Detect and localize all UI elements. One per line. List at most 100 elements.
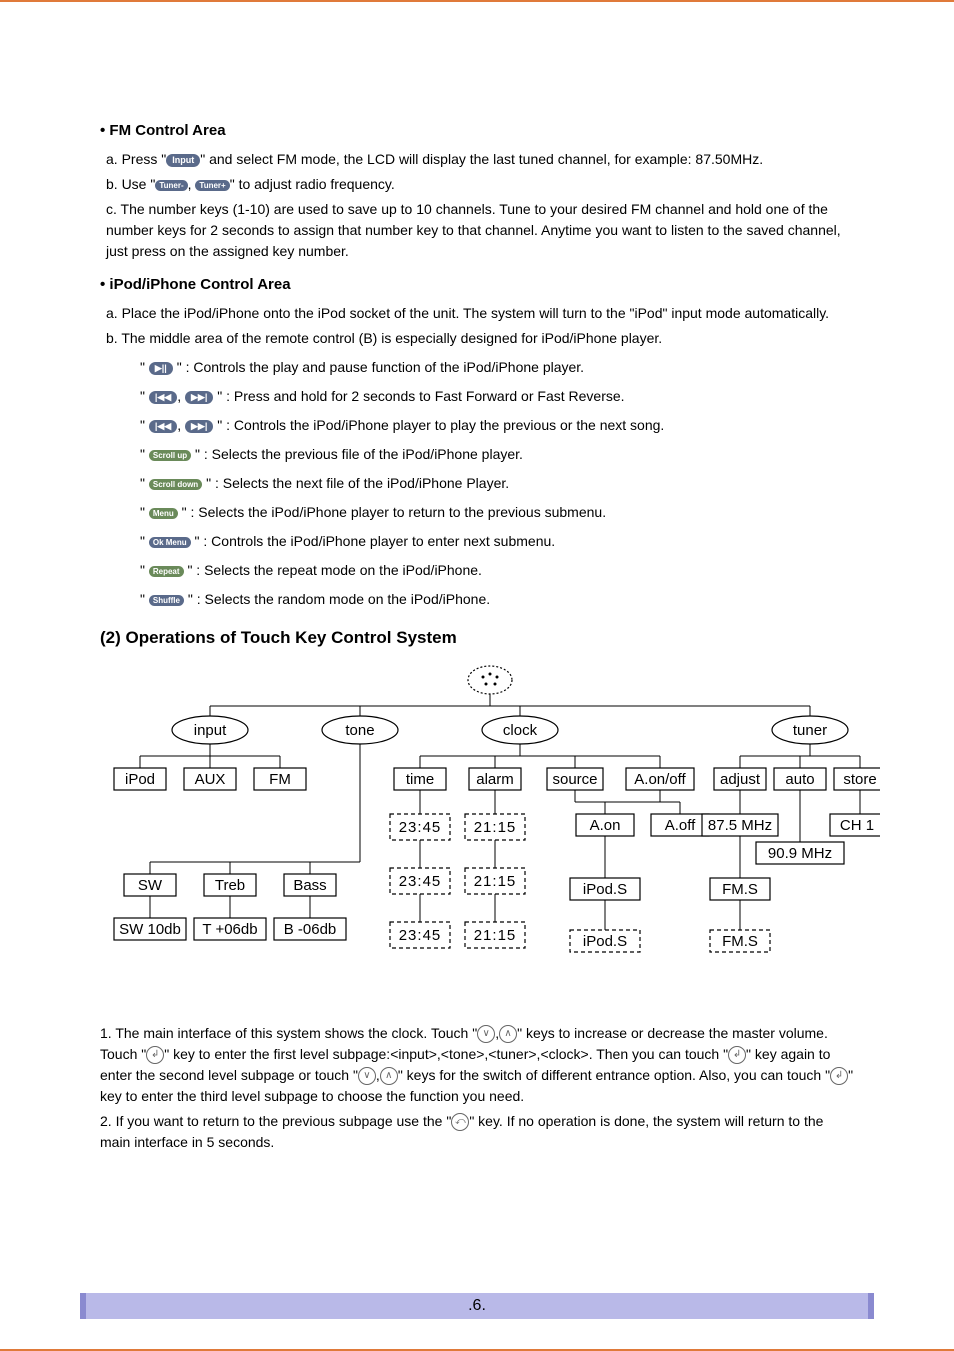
list-item: " Menu " : Selects the iPod/iPhone playe… bbox=[140, 502, 854, 523]
svg-text:87.5 MHz: 87.5 MHz bbox=[708, 817, 772, 834]
list-item: " Shuffle " : Selects the random mode on… bbox=[140, 589, 854, 610]
text: " key to enter the first level subpage:<… bbox=[164, 1046, 728, 1062]
svg-text:tone: tone bbox=[345, 722, 374, 739]
text: " : Selects the repeat mode on the iPod/… bbox=[187, 562, 482, 578]
svg-text:store: store bbox=[843, 771, 876, 788]
svg-text:SW 10db: SW 10db bbox=[119, 921, 181, 938]
svg-text:FM.S: FM.S bbox=[722, 881, 758, 898]
text: a. Press " bbox=[106, 151, 166, 167]
svg-text:CH 1: CH 1 bbox=[840, 817, 874, 834]
fm-item-c: c. The number keys (1-10) are used to sa… bbox=[106, 199, 854, 262]
prev-icon: |◀◀ bbox=[149, 391, 177, 404]
svg-text:A.on: A.on bbox=[590, 817, 621, 834]
play-pause-icon: ▶|| bbox=[149, 362, 173, 375]
text: b. Use " bbox=[106, 176, 155, 192]
svg-text:B -06db: B -06db bbox=[284, 921, 337, 938]
svg-text:SW: SW bbox=[138, 877, 163, 894]
svg-text:21:15: 21:15 bbox=[474, 873, 517, 890]
svg-text:A.off: A.off bbox=[665, 817, 696, 834]
tuner-plus-icon: Tuner+ bbox=[195, 180, 229, 192]
fm-heading: FM Control Area bbox=[100, 122, 854, 139]
text: " : Selects the random mode on the iPod/… bbox=[188, 591, 490, 607]
svg-text:FM.S: FM.S bbox=[722, 933, 758, 950]
back-key-icon: ⤺ bbox=[451, 1113, 469, 1131]
fm-item-b: b. Use "Tuner-, Tuner+" to adjust radio … bbox=[106, 174, 854, 195]
svg-text:23:45: 23:45 bbox=[399, 819, 442, 836]
touch-heading: (2) Operations of Touch Key Control Syst… bbox=[100, 628, 854, 648]
next-icon: ▶▶| bbox=[185, 420, 213, 433]
list-item: " Scroll down " : Selects the next file … bbox=[140, 473, 854, 494]
svg-text:23:45: 23:45 bbox=[399, 927, 442, 944]
text: " : Controls the iPod/iPhone player to p… bbox=[217, 417, 664, 433]
svg-text:time: time bbox=[406, 771, 434, 788]
text: " : Selects the next file of the iPod/iP… bbox=[206, 475, 509, 491]
tuner-minus-icon: Tuner- bbox=[155, 180, 187, 192]
up-key-icon: ∧ bbox=[380, 1067, 398, 1085]
svg-text:tuner: tuner bbox=[793, 722, 827, 739]
svg-text:clock: clock bbox=[503, 722, 538, 739]
text: " : Selects the previous file of the iPo… bbox=[195, 446, 523, 462]
svg-text:21:15: 21:15 bbox=[474, 927, 517, 944]
shuffle-icon: Shuffle bbox=[149, 595, 184, 607]
menu-icon: Menu bbox=[149, 508, 178, 520]
list-item: " Ok Menu " : Controls the iPod/iPhone p… bbox=[140, 531, 854, 552]
page-number: .6. bbox=[468, 1297, 486, 1314]
input-button-icon: Input bbox=[166, 154, 200, 167]
svg-text:Bass: Bass bbox=[293, 877, 326, 894]
repeat-icon: Repeat bbox=[149, 566, 184, 578]
prev-icon: |◀◀ bbox=[149, 420, 177, 433]
svg-text:A.on/off: A.on/off bbox=[634, 771, 686, 788]
text: " and select FM mode, the LCD will displ… bbox=[200, 151, 763, 167]
svg-text:AUX: AUX bbox=[195, 771, 226, 788]
ok-menu-icon: Ok Menu bbox=[149, 537, 191, 549]
text: 2. If you want to return to the previous… bbox=[100, 1113, 451, 1129]
svg-text:adjust: adjust bbox=[720, 771, 761, 788]
diagram-svg: input tone clock tuner iPod AUX FM bbox=[100, 662, 880, 1002]
text: " : Press and hold for 2 seconds to Fast… bbox=[217, 388, 624, 404]
fm-item-a: a. Press "Input" and select FM mode, the… bbox=[106, 149, 854, 170]
list-item: " Scroll up " : Selects the previous fil… bbox=[140, 444, 854, 465]
svg-text:21:15: 21:15 bbox=[474, 819, 517, 836]
text: " to adjust radio frequency. bbox=[230, 176, 395, 192]
scroll-up-icon: Scroll up bbox=[149, 450, 191, 462]
scroll-down-icon: Scroll down bbox=[149, 479, 202, 491]
touch-key-diagram: input tone clock tuner iPod AUX FM bbox=[100, 662, 854, 1007]
document-page: FM Control Area a. Press "Input" and sel… bbox=[0, 0, 954, 1351]
down-key-icon: ∨ bbox=[358, 1067, 376, 1085]
list-item: " Repeat " : Selects the repeat mode on … bbox=[140, 560, 854, 581]
svg-text:source: source bbox=[552, 771, 597, 788]
svg-text:90.9 MHz: 90.9 MHz bbox=[768, 845, 832, 862]
ipod-heading: iPod/iPhone Control Area bbox=[100, 276, 854, 293]
up-key-icon: ∧ bbox=[499, 1025, 517, 1043]
enter-key-icon: ↲ bbox=[830, 1067, 848, 1085]
svg-text:Treb: Treb bbox=[215, 877, 245, 894]
text: " : Controls the iPod/iPhone player to e… bbox=[195, 533, 556, 549]
touch-para-1: 1. The main interface of this system sho… bbox=[100, 1023, 854, 1107]
next-icon: ▶▶| bbox=[185, 391, 213, 404]
svg-text:iPod: iPod bbox=[125, 771, 155, 788]
enter-key-icon: ↲ bbox=[728, 1046, 746, 1064]
content-area: FM Control Area a. Press "Input" and sel… bbox=[80, 122, 874, 1153]
page-footer: .6. bbox=[80, 1293, 874, 1319]
text: " : Selects the iPod/iPhone player to re… bbox=[182, 504, 606, 520]
svg-text:23:45: 23:45 bbox=[399, 873, 442, 890]
text: 1. The main interface of this system sho… bbox=[100, 1025, 477, 1041]
svg-text:T +06db: T +06db bbox=[202, 921, 257, 938]
svg-text:auto: auto bbox=[785, 771, 814, 788]
list-item: " ▶|| " : Controls the play and pause fu… bbox=[140, 357, 854, 378]
ipod-item-a: a. Place the iPod/iPhone onto the iPod s… bbox=[106, 303, 854, 324]
svg-text:input: input bbox=[194, 722, 227, 739]
enter-key-icon: ↲ bbox=[146, 1046, 164, 1064]
ipod-item-b: b. The middle area of the remote control… bbox=[106, 328, 854, 349]
svg-text:iPod.S: iPod.S bbox=[583, 881, 627, 898]
remote-button-list: " ▶|| " : Controls the play and pause fu… bbox=[140, 357, 854, 610]
text: " : Controls the play and pause function… bbox=[177, 359, 584, 375]
list-item: " |◀◀, ▶▶| " : Controls the iPod/iPhone … bbox=[140, 415, 854, 436]
list-item: " |◀◀, ▶▶| " : Press and hold for 2 seco… bbox=[140, 386, 854, 407]
text: " keys for the switch of different entra… bbox=[398, 1067, 830, 1083]
svg-text:FM: FM bbox=[269, 771, 291, 788]
svg-text:alarm: alarm bbox=[476, 771, 514, 788]
down-key-icon: ∨ bbox=[477, 1025, 495, 1043]
touch-para-2: 2. If you want to return to the previous… bbox=[100, 1111, 854, 1153]
text: , bbox=[188, 176, 196, 192]
